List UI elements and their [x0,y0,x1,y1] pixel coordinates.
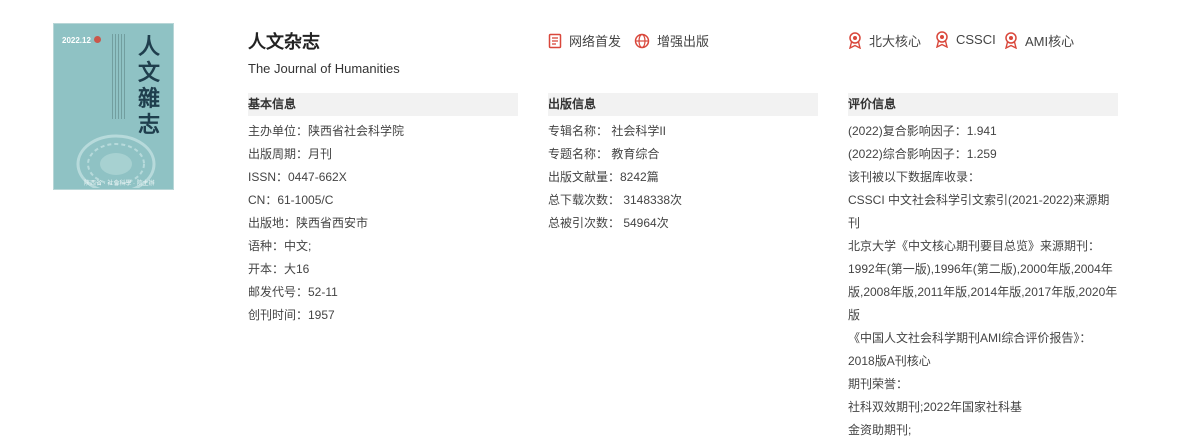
award-icon [849,32,861,49]
basic-info-list: 主办单位：陕西省社会科学院 出版周期：月刊 ISSN：0447-662X CN：… [248,120,404,327]
badge-label: 增强出版 [657,34,710,49]
badge-pku-core[interactable]: 北大核心 [848,31,921,50]
document-icon [548,33,562,48]
badge-label: 北大核心 [869,34,922,49]
cover-calligraphy-title: 人文雜志 [137,34,160,138]
journal-title: 人文杂志 [248,32,320,52]
award-icon [1005,32,1017,49]
publish-info-row: 专辑名称： 社会科学II [548,124,667,138]
basic-info-row: 语种：中文; [248,239,312,253]
section-heading-basic: 基本信息 [248,93,518,116]
eval-info-row: 期刊荣誉： [848,377,909,391]
section-heading-eval: 评价信息 [848,93,1118,116]
badge-cssci[interactable]: CSSCI [935,31,996,48]
eval-info-row: (2022)综合影响因子：1.259 [848,147,997,161]
publish-info-row: 总下载次数： 3148338次 [548,193,683,207]
eval-info-row: 该刊被以下数据库收录： [848,170,981,184]
cover-seal-icon [94,36,101,43]
publish-info-row: 专题名称： 教育综合 [548,147,660,161]
publish-info-row: 总被引次数： 54964次 [548,216,669,230]
badge-label: 网络首发 [569,34,622,49]
award-icon [936,31,948,48]
globe-icon [634,33,650,48]
section-heading-publish: 出版信息 [548,93,818,116]
badge-online-first[interactable]: 网络首发 [548,31,621,50]
basic-info-row: 出版周期：月刊 [248,147,333,161]
cover-issue-label: 2022.12 [62,36,91,45]
basic-info-row: 主办单位：陕西省社会科学院 [248,124,405,138]
eval-info-row: CSSCI 中文社会科学引文索引(2021-2022)来源期刊 [848,193,1110,230]
basic-info-row: 创刊时间：1957 [248,308,335,322]
eval-info-row: (2022)复合影响因子：1.941 [848,124,997,138]
basic-info-row: CN：61-1005/C [248,193,334,207]
eval-info-row: 金资助期刊; [848,423,912,437]
journal-english-title: The Journal of Humanities [248,61,400,76]
badge-enhanced-publishing[interactable]: 增强出版 [634,31,709,50]
journal-cover-image: 2022.12 人文雜志 陝西省 · 社會科學 · 院主辦 [53,23,174,190]
eval-info-row: 《中国人文社会科学期刊AMI综合评价报告》： [848,331,1092,345]
cover-decor-lines [112,34,126,119]
badge-label: AMI核心 [1025,34,1075,49]
basic-info-row: 出版地：陕西省西安市 [248,216,369,230]
eval-info-row: 2018版A刊核心 [848,354,931,368]
eval-info-row: 1992年(第一版),1996年(第二版),2000年版,2004年版,2008… [848,262,1118,322]
basic-info-row: 开本：大16 [248,262,310,276]
basic-info-row: 邮发代号：52-11 [248,285,338,299]
publish-info-list: 专辑名称： 社会科学II 专题名称： 教育综合 出版文献量：8242篇 总下载次… [548,120,682,235]
badge-ami-core[interactable]: AMI核心 [1004,31,1074,50]
eval-info-row: 北京大学《中文核心期刊要目总览》来源期刊： [848,239,1101,253]
publish-info-row: 出版文献量：8242篇 [548,170,659,184]
badge-label: CSSCI [956,32,996,47]
cover-publisher-line: 陝西省 · 社會科學 · 院主辦 [84,181,155,187]
basic-info-row: ISSN：0447-662X [248,170,347,184]
eval-info-row: 社科双效期刊;2022年国家社科基 [848,400,1023,414]
eval-info-list: (2022)复合影响因子：1.941 (2022)综合影响因子：1.259 该刊… [848,120,1120,442]
